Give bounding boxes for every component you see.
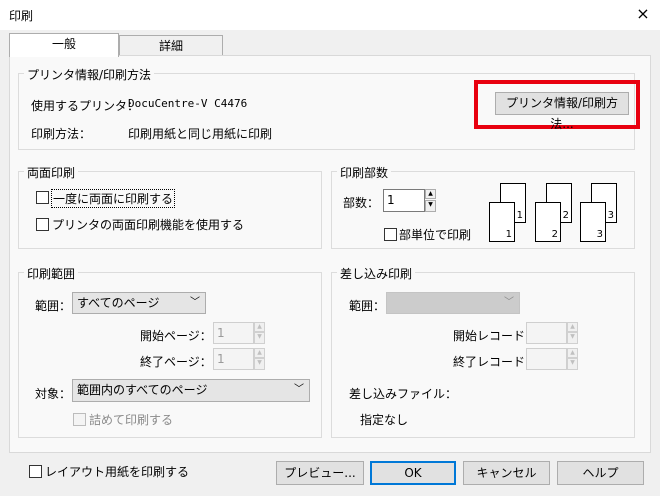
merge-range-select[interactable]: ﹀ — [386, 292, 520, 314]
end-record-up-icon[interactable]: ▲ — [567, 348, 578, 358]
print-range-legend: 印刷範囲 — [24, 265, 79, 282]
chevron-down-icon: ﹀ — [190, 297, 200, 308]
duplex-group — [18, 171, 322, 249]
target-select[interactable]: 範囲内のすべてのページ ﹀ — [72, 379, 310, 402]
duplex-printer-checkbox[interactable] — [36, 218, 49, 231]
start-record-input[interactable] — [526, 322, 567, 344]
collate-label[interactable]: 部単位で印刷 — [399, 226, 471, 243]
printer-label: 使用するプリンタ： — [31, 99, 140, 113]
preview-button[interactable]: プレビュー... — [276, 461, 364, 485]
page-icon: 2 — [535, 202, 561, 242]
tab-general[interactable]: 一般 — [9, 33, 119, 57]
help-button[interactable]: ヘルプ — [557, 461, 644, 485]
cancel-button[interactable]: キャンセル — [463, 461, 550, 485]
printer-info-button[interactable]: プリンタ情報/印刷方法... — [495, 92, 629, 131]
layout-paper-checkbox[interactable] — [29, 465, 42, 478]
copies-count-input[interactable]: 1 — [383, 189, 425, 212]
range-select-value: すべてのページ — [77, 296, 160, 310]
target-select-value: 範囲内のすべてのページ — [77, 383, 208, 397]
end-up-icon[interactable]: ▲ — [254, 348, 265, 358]
start-record-label: 開始レコード： — [453, 329, 538, 343]
start-up-icon[interactable]: ▲ — [254, 322, 265, 332]
range-label: 範囲： — [35, 299, 72, 313]
tab-details[interactable]: 詳細 — [119, 35, 223, 57]
duplex-once-label[interactable]: 一度に両面に印刷する — [51, 189, 176, 208]
merge-range-label: 範囲： — [349, 299, 386, 313]
page-icon: 3 — [580, 202, 606, 242]
end-record-input[interactable] — [526, 348, 567, 370]
start-page-input[interactable]: 1 — [213, 322, 254, 344]
ok-button[interactable]: OK — [370, 461, 456, 485]
chevron-down-icon: ﹀ — [504, 297, 514, 308]
end-page-input[interactable]: 1 — [213, 348, 254, 370]
target-label: 対象： — [35, 387, 72, 401]
chevron-down-icon: ﹀ — [294, 384, 304, 395]
start-down-icon[interactable]: ▼ — [254, 332, 265, 344]
end-record-label: 終了レコード： — [453, 355, 538, 369]
duplex-legend: 両面印刷 — [24, 164, 79, 181]
print-method-value: 印刷用紙と同じ用紙に印刷 — [128, 127, 273, 141]
start-page-label: 開始ページ： — [140, 329, 212, 343]
end-record-down-icon[interactable]: ▼ — [567, 358, 578, 370]
printer-value: DocuCentre-V C4476 — [128, 97, 248, 110]
merge-file-value: 指定なし — [360, 413, 409, 427]
copies-legend: 印刷部数 — [337, 164, 392, 181]
page-icon: 1 — [489, 202, 515, 242]
end-down-icon[interactable]: ▼ — [254, 358, 265, 370]
layout-paper-label[interactable]: レイアウト用紙を印刷する — [45, 463, 189, 480]
print-method-label: 印刷方法： — [31, 127, 92, 141]
compact-print-label: 詰めて印刷する — [89, 413, 174, 427]
mail-merge-legend: 差し込み印刷 — [337, 265, 416, 282]
duplex-once-checkbox[interactable] — [36, 191, 49, 204]
printer-info-legend: プリンタ情報/印刷方法 — [24, 66, 155, 83]
start-record-up-icon[interactable]: ▲ — [567, 322, 578, 332]
close-icon[interactable]: × — [632, 3, 654, 25]
range-select[interactable]: すべてのページ ﹀ — [72, 292, 206, 314]
start-record-down-icon[interactable]: ▼ — [567, 332, 578, 344]
end-page-label: 終了ページ： — [140, 355, 212, 369]
compact-print-checkbox[interactable] — [73, 413, 86, 426]
copies-down-icon[interactable]: ▼ — [425, 200, 436, 212]
merge-file-label: 差し込みファイル： — [349, 387, 458, 401]
copies-count-label: 部数： — [343, 196, 380, 210]
collate-checkbox[interactable] — [384, 228, 397, 241]
window-title: 印刷 — [9, 9, 34, 23]
duplex-printer-label[interactable]: プリンタの両面印刷機能を使用する — [52, 216, 244, 233]
title-bar — [0, 0, 660, 30]
copies-up-icon[interactable]: ▲ — [425, 189, 436, 199]
